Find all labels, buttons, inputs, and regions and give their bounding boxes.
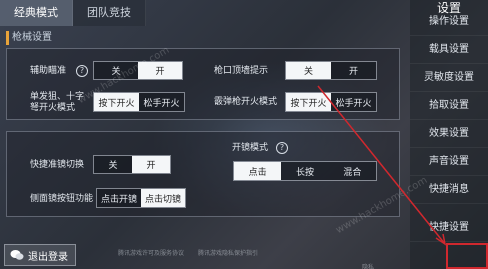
annotation-arrow <box>317 85 447 246</box>
highlight-box <box>446 243 488 269</box>
